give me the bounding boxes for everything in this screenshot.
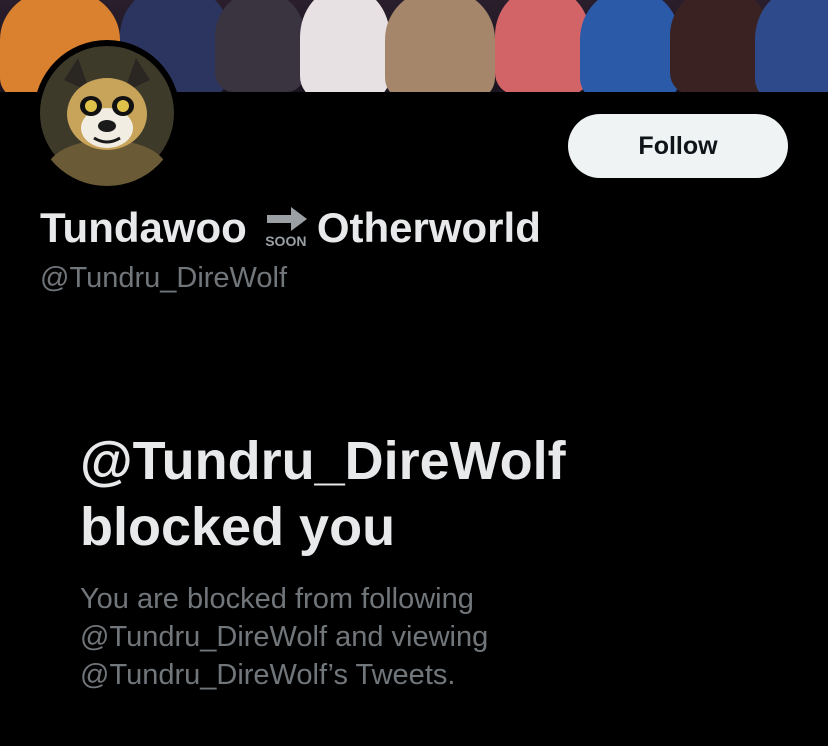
profile-handle: @Tundru_DireWolf xyxy=(40,262,288,294)
profile-avatar[interactable] xyxy=(34,40,180,186)
soon-arrow-icon: SOON xyxy=(261,205,311,251)
banner-figure xyxy=(300,0,390,92)
blocked-description: You are blocked from following @Tundru_D… xyxy=(80,580,780,694)
blocked-description-line3: @Tundru_DireWolf’s Tweets. xyxy=(80,659,456,691)
display-name-part2: Otherworld xyxy=(316,204,541,251)
follow-button[interactable]: Follow xyxy=(568,114,788,178)
banner-figure xyxy=(580,0,680,92)
blocked-heading-line2: blocked you xyxy=(80,497,396,557)
avatar-image xyxy=(40,46,174,186)
banner-figure xyxy=(755,0,828,92)
blocked-description-line2: @Tundru_DireWolf and viewing xyxy=(80,621,489,653)
banner-figure xyxy=(495,0,590,92)
profile-display-name: Tundawoo SOON Otherworld xyxy=(40,202,541,254)
soon-emoji-label: SOON xyxy=(265,233,307,249)
blocked-description-line1: You are blocked from following xyxy=(80,583,474,615)
banner-figure xyxy=(215,0,305,92)
blocked-heading: @Tundru_DireWolf blocked you xyxy=(80,428,780,560)
blocked-heading-line1: @Tundru_DireWolf xyxy=(80,431,566,491)
display-name-part1: Tundawoo xyxy=(40,204,247,251)
banner-figure xyxy=(385,0,495,92)
